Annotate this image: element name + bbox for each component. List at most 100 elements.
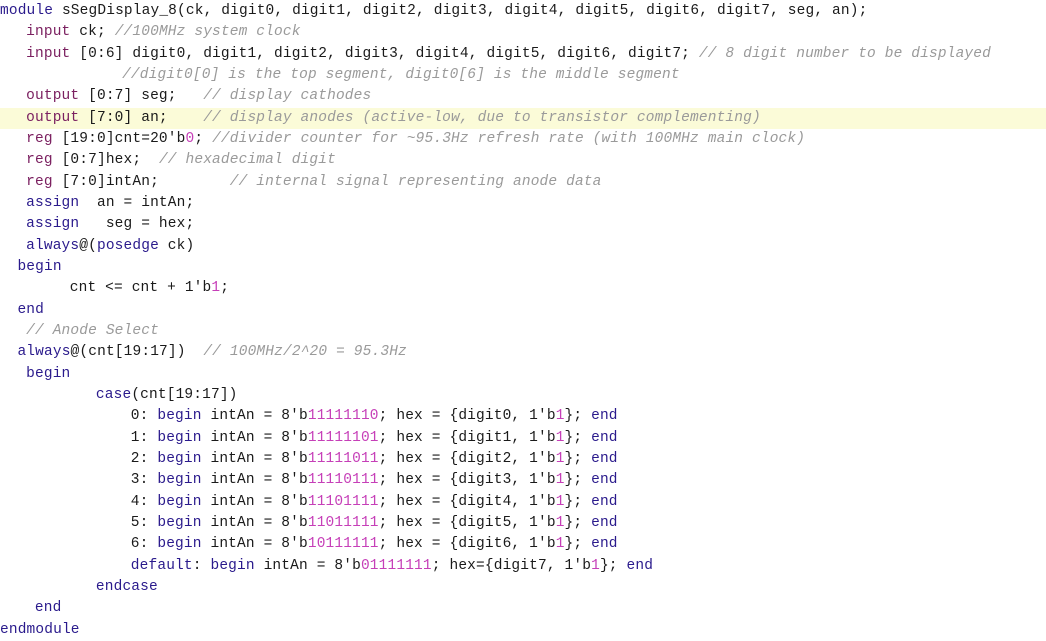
token-type: output xyxy=(26,109,80,126)
token-number: 11101111 xyxy=(307,493,379,510)
token-number: 1 xyxy=(555,408,565,425)
token-keyword: begin xyxy=(157,429,202,446)
token-number: 11110111 xyxy=(307,472,379,489)
code-line[interactable]: always@(posedge ck) xyxy=(0,236,1046,257)
token-number: 11111101 xyxy=(307,429,379,446)
token-number: 1 xyxy=(555,429,565,446)
token-plain: 3: xyxy=(130,472,158,489)
token-keyword: end xyxy=(34,600,62,617)
token-keyword: always xyxy=(26,237,80,254)
token-number: 11111011 xyxy=(307,450,379,467)
code-line[interactable]: input [0:6] digit0, digit1, digit2, digi… xyxy=(0,44,1046,65)
code-line[interactable]: input ck; //100MHz system clock xyxy=(0,22,1046,43)
token-number: 11111110 xyxy=(307,408,379,425)
code-line[interactable]: assign an = intAn; xyxy=(0,193,1046,214)
code-line[interactable]: module sSegDisplay_8(ck, digit0, digit1,… xyxy=(0,1,1046,22)
token-plain: }; xyxy=(564,536,592,553)
token-plain: intAn = 8'b xyxy=(201,450,308,467)
token-plain: [0:7]hex; xyxy=(52,152,159,169)
token-plain: [7:0]intAn; xyxy=(52,173,230,190)
code-line[interactable]: output [7:0] an; // display anodes (acti… xyxy=(0,107,1046,129)
token-keyword: begin xyxy=(157,472,202,489)
token-comment: //100MHz system clock xyxy=(114,24,301,41)
code-line[interactable]: end xyxy=(0,300,1046,321)
token-number: 11011111 xyxy=(307,514,379,531)
token-keyword: case xyxy=(95,386,132,403)
code-line[interactable]: always@(cnt[19:17]) // 100MHz/2^20 = 95.… xyxy=(0,342,1046,363)
code-line[interactable]: assign seg = hex; xyxy=(0,214,1046,235)
code-line[interactable]: reg [19:0]cnt=20'b0; //divider counter f… xyxy=(0,129,1046,150)
code-line[interactable]: case(cnt[19:17]) xyxy=(0,385,1046,406)
token-type: reg xyxy=(26,173,53,190)
code-line[interactable]: 2: begin intAn = 8'b11111011; hex = {dig… xyxy=(0,449,1046,470)
token-number: 1 xyxy=(555,514,565,531)
code-line[interactable]: default: begin intAn = 8'b01111111; hex=… xyxy=(0,556,1046,577)
token-plain: (cnt[19:17]) xyxy=(131,386,238,403)
token-plain: ; xyxy=(220,280,230,297)
code-line[interactable]: 5: begin intAn = 8'b11011111; hex = {dig… xyxy=(0,513,1046,534)
token-plain: ; hex = {digit6, 1'b xyxy=(378,536,556,553)
token-plain: ck) xyxy=(158,237,195,254)
code-line[interactable]: output [0:7] seg; // display cathodes xyxy=(0,86,1046,107)
token-plain: an = intAn; xyxy=(79,194,195,211)
token-comment: //digit0[0] is the top segment, digit0[6… xyxy=(122,66,680,83)
token-plain: }; xyxy=(564,429,592,446)
token-plain: }; xyxy=(564,493,592,510)
token-keyword: end xyxy=(17,301,44,318)
token-plain: }; xyxy=(564,514,592,531)
code-line[interactable]: begin xyxy=(0,364,1046,385)
code-line[interactable]: 1: begin intAn = 8'b11111101; hex = {dig… xyxy=(0,428,1046,449)
token-plain: }; xyxy=(564,450,592,467)
token-type: input xyxy=(26,45,71,62)
token-plain: intAn = 8'b xyxy=(201,536,308,553)
token-type: reg xyxy=(26,152,53,169)
code-line[interactable]: begin xyxy=(0,257,1046,278)
token-comment: // 100MHz/2^20 = 95.3Hz xyxy=(203,344,407,361)
token-plain: ck; xyxy=(70,24,115,41)
token-keyword: end xyxy=(626,557,654,574)
token-plain: 1: xyxy=(130,429,158,446)
token-plain: ; hex = {digit0, 1'b xyxy=(378,408,556,425)
code-line[interactable]: 0: begin intAn = 8'b11111110; hex = {dig… xyxy=(0,406,1046,427)
token-plain: }; xyxy=(564,408,592,425)
code-listing[interactable]: module sSegDisplay_8(ck, digit0, digit1,… xyxy=(0,0,1046,641)
token-plain: 6: xyxy=(130,536,158,553)
code-line[interactable]: 6: begin intAn = 8'b10111111; hex = {dig… xyxy=(0,534,1046,555)
token-keyword: end xyxy=(591,472,618,489)
code-line[interactable]: //digit0[0] is the top segment, digit0[6… xyxy=(0,65,1046,86)
token-comment: // display cathodes xyxy=(203,88,372,105)
token-keyword: end xyxy=(591,450,618,467)
token-keyword: posedge xyxy=(96,237,159,254)
token-number: 1 xyxy=(555,472,565,489)
code-line[interactable]: cnt <= cnt + 1'b1; xyxy=(0,278,1046,299)
token-plain: 2: xyxy=(130,450,158,467)
token-plain: }; xyxy=(599,557,627,574)
token-keyword: end xyxy=(591,408,618,425)
token-plain: intAn = 8'b xyxy=(201,493,308,510)
token-plain: [7:0] an; xyxy=(79,109,204,126)
token-plain: ; hex={digit7, 1'b xyxy=(431,557,592,574)
token-plain: @(cnt[19:17]) xyxy=(70,344,204,361)
token-type: output xyxy=(26,88,80,105)
token-comment: // hexadecimal digit xyxy=(158,152,336,169)
token-keyword: begin xyxy=(157,450,202,467)
token-plain: intAn = 8'b xyxy=(201,408,308,425)
token-plain: [19:0]cnt=20'b xyxy=(52,130,186,147)
code-line[interactable]: // Anode Select xyxy=(0,321,1046,342)
token-plain: : xyxy=(192,557,211,574)
code-line[interactable]: reg [7:0]intAn; // internal signal repre… xyxy=(0,172,1046,193)
code-line[interactable]: reg [0:7]hex; // hexadecimal digit xyxy=(0,150,1046,171)
token-keyword: begin xyxy=(26,365,71,382)
code-line[interactable]: endmodule xyxy=(0,620,1046,641)
code-line[interactable]: 3: begin intAn = 8'b11110111; hex = {dig… xyxy=(0,470,1046,491)
token-plain: ; hex = {digit2, 1'b xyxy=(378,450,556,467)
code-line[interactable]: end xyxy=(0,598,1046,619)
token-plain: ; hex = {digit5, 1'b xyxy=(378,514,556,531)
token-plain: }; xyxy=(564,472,592,489)
token-comment: // display anodes (active-low, due to tr… xyxy=(203,109,761,126)
code-line[interactable]: endcase xyxy=(0,577,1046,598)
token-plain: intAn = 8'b xyxy=(254,557,361,574)
token-number: 10111111 xyxy=(307,536,379,553)
code-line[interactable]: 4: begin intAn = 8'b11101111; hex = {dig… xyxy=(0,492,1046,513)
token-number: 01111111 xyxy=(360,557,432,574)
